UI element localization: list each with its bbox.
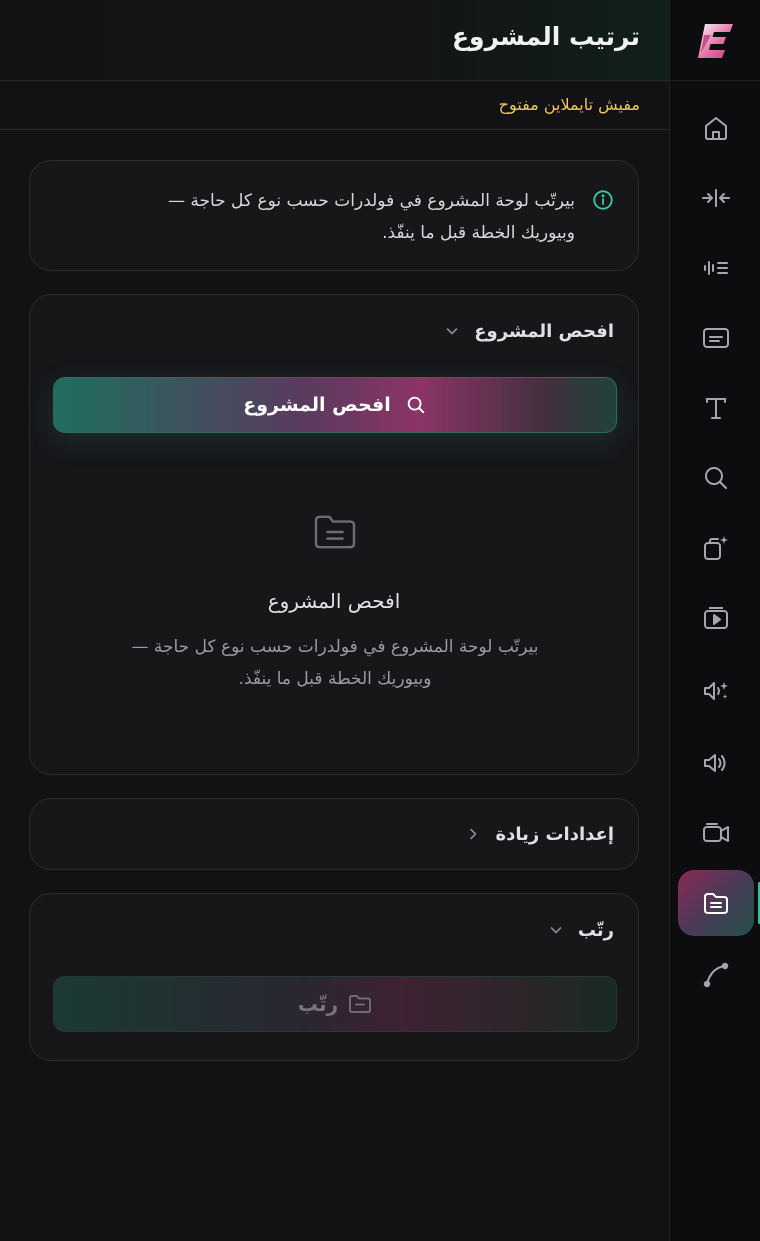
rail-volume-button[interactable] (678, 730, 754, 796)
rail-search-button[interactable] (678, 445, 754, 511)
rail-text-button[interactable] (678, 375, 754, 441)
scan-button-label: افحص المشروع (243, 394, 391, 416)
arrange-button[interactable]: رتّب (53, 976, 617, 1032)
rail-audio-button[interactable] (678, 235, 754, 301)
rail-organize-button[interactable] (678, 870, 754, 936)
search-icon (705, 467, 727, 489)
video-camera-icon (703, 823, 729, 842)
main-panel: ترتيب المشروع مفيش تايملاين مفتوح بيرتّب… (0, 0, 669, 1241)
rail-ai-effects-button[interactable] (678, 515, 754, 581)
more-settings-label: إعدادات زيادة (495, 823, 614, 845)
info-line-1: بيرتّب لوحة المشروع في فولدرات حسب نوع ك… (167, 191, 575, 211)
timeline-status-text: مفيش تايملاين مفتوح (498, 95, 640, 114)
page-title: ترتيب المشروع (451, 22, 640, 51)
timeline-status-bar: مفيش تايملاين مفتوح (0, 82, 669, 130)
rail-media-button[interactable] (678, 585, 754, 651)
rail-home-button[interactable] (678, 95, 754, 161)
more-settings-header[interactable]: إعدادات زيادة (465, 820, 614, 848)
text-icon (706, 398, 726, 419)
media-library-icon (704, 607, 728, 629)
side-rail (669, 0, 760, 1241)
info-description: بيرتّب لوحة المشروع في فولدرات حسب نوع ك… (95, 185, 575, 249)
folder-icon (349, 995, 371, 1013)
panel-header: ترتيب المشروع (0, 0, 669, 81)
rail-divider (670, 80, 760, 81)
empty-state-title: افحص المشروع (267, 589, 401, 613)
more-settings-section[interactable]: إعدادات زيادة (29, 798, 639, 870)
split-icon (702, 189, 730, 207)
rail-ai-voice-button[interactable] (678, 658, 754, 724)
folder-organize-icon (704, 893, 728, 914)
rail-curve-button[interactable] (678, 942, 754, 1008)
info-line-2: وبيوريك الخطة قبل ما ينفّذ. (382, 223, 575, 243)
chevron-down-icon (446, 328, 458, 335)
audio-levels-icon (704, 261, 728, 275)
arrange-section: رتّب رتّب (29, 893, 639, 1061)
subtitles-icon (703, 328, 729, 348)
arrange-button-label: رتّب (297, 992, 339, 1016)
app-logo-icon (698, 24, 733, 58)
ai-effects-icon (704, 536, 728, 560)
search-icon (407, 396, 424, 414)
rail-split-button[interactable] (678, 165, 754, 231)
arrange-section-header[interactable]: رتّب (548, 916, 614, 944)
empty-line-1: بيرتّب لوحة المشروع في فولدرات حسب نوع ك… (131, 637, 539, 657)
chevron-down-icon (550, 927, 562, 934)
rail-camera-button[interactable] (678, 800, 754, 866)
home-icon (705, 117, 727, 140)
ai-voice-icon (704, 682, 728, 700)
empty-line-2: وبيوريك الخطة قبل ما ينفّذ. (238, 669, 432, 689)
scan-project-section: افحص المشروع افحص المشروع افحص المشروع ب… (29, 294, 639, 775)
scan-section-label: افحص المشروع (474, 320, 614, 342)
info-icon (593, 190, 613, 210)
arrange-section-label: رتّب (577, 919, 614, 941)
curve-icon (703, 962, 729, 988)
rail-subtitles-button[interactable] (678, 305, 754, 371)
volume-icon (704, 754, 726, 772)
empty-state-description: بيرتّب لوحة المشروع في فولدرات حسب نوع ك… (90, 631, 580, 695)
chevron-right-icon (470, 828, 477, 840)
folder-icon (314, 515, 356, 549)
scan-project-button[interactable]: افحص المشروع (53, 377, 617, 433)
info-card: بيرتّب لوحة المشروع في فولدرات حسب نوع ك… (29, 160, 639, 271)
scan-section-header[interactable]: افحص المشروع (444, 317, 614, 345)
